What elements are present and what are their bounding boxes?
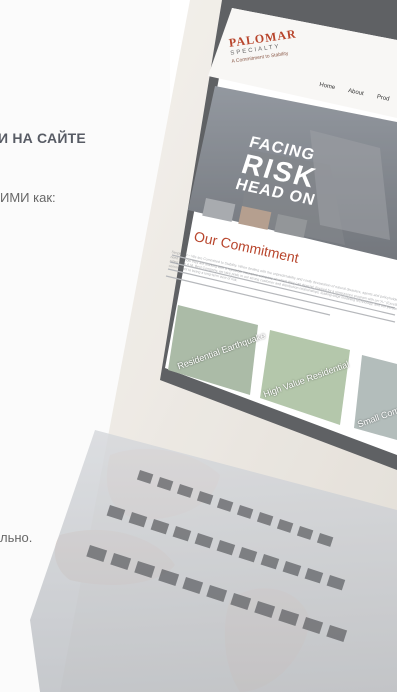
laptop-photo: [0, 0, 397, 692]
